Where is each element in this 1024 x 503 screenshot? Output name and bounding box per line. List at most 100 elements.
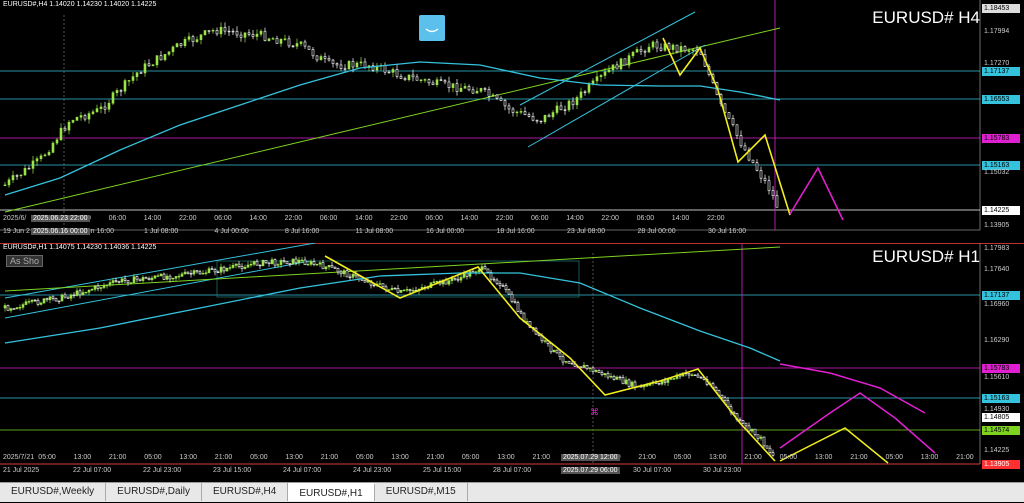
- h1-candle: [633, 381, 637, 388]
- h1-price-label: 1.16960: [984, 301, 1010, 308]
- h1-price-label: 1.17640: [984, 266, 1010, 273]
- h4-candle: [107, 102, 111, 110]
- h4-candle: [659, 47, 663, 51]
- h4-candle: [123, 80, 127, 92]
- h1-candle: [555, 349, 559, 354]
- h4-candle: [263, 30, 267, 41]
- h1-candle: [342, 270, 346, 275]
- h1-background: [0, 243, 1024, 481]
- h4-candle: [439, 79, 443, 81]
- h1-candle: [54, 298, 58, 302]
- h1-chart-canvas[interactable]: ⌘: [0, 243, 1024, 481]
- h1-candle: [270, 259, 274, 265]
- h1-candle: [768, 447, 772, 453]
- h4-candle: [559, 105, 563, 111]
- h4-candle: [331, 59, 335, 64]
- h1-candle: [492, 278, 496, 281]
- h1-candle: [96, 285, 100, 289]
- h1-time-label: 13:00: [179, 454, 198, 461]
- h1-time-label: 13:00: [285, 454, 303, 461]
- h1-candle: [132, 276, 136, 284]
- h4-date-label: 16 Jul 00:00: [426, 228, 465, 235]
- tab-eurusd-h4[interactable]: EURUSD#,H4: [202, 483, 289, 501]
- h4-candle: [83, 115, 87, 120]
- tab-eurusd-daily[interactable]: EURUSD#,Daily: [106, 483, 202, 501]
- h1-candle: [510, 293, 514, 302]
- h1-candle: [42, 298, 46, 304]
- h4-chart-canvas[interactable]: [0, 0, 1024, 240]
- h4-candle: [431, 82, 435, 85]
- h1-price-label: 1.15163: [982, 394, 1020, 403]
- h1-date-label: 28 Jul 07:00: [493, 467, 532, 474]
- h4-candle: [87, 113, 91, 120]
- h4-candle: [155, 55, 159, 66]
- h4-date-label: 11 Jul 08:00: [355, 228, 394, 235]
- h1-time-label: 05:00: [779, 454, 798, 461]
- h1-candle: [579, 366, 583, 368]
- h4-candle: [651, 41, 655, 48]
- h4-candle: [539, 120, 543, 123]
- h1-candle: [378, 283, 382, 285]
- h4-candle: [103, 106, 107, 110]
- h1-candle: [720, 394, 724, 398]
- h1-date-label: 23 Jul 15:00: [213, 467, 252, 474]
- h1-candle: [111, 280, 115, 283]
- h4-candle: [23, 168, 27, 176]
- h4-candle: [671, 44, 675, 50]
- h1-candle: [750, 428, 754, 432]
- h4-candle: [111, 92, 115, 104]
- h1-candle: [630, 381, 634, 387]
- h4-candle: [691, 49, 695, 52]
- h1-price-label: 1.14574: [982, 426, 1020, 435]
- h4-candle: [687, 50, 691, 52]
- h1-candle: [18, 307, 22, 309]
- tab-eurusd-h1[interactable]: EURUSD#,H1: [288, 483, 375, 501]
- h4-chart[interactable]: EURUSD#,H4 1.14020 1.14230 1.14020 1.142…: [0, 0, 1024, 240]
- tab-eurusd-weekly[interactable]: EURUSD#,Weekly: [0, 483, 107, 501]
- h1-candle: [303, 259, 307, 265]
- h1-candle: [594, 370, 598, 372]
- h4-candle: [191, 36, 195, 42]
- h4-time-label: 14:00: [249, 215, 267, 222]
- h4-candle: [187, 36, 191, 40]
- h1-candle: [402, 289, 406, 292]
- h4-candle: [679, 46, 683, 53]
- h1-candle: [90, 289, 94, 291]
- h1-candle: [756, 434, 760, 439]
- h4-candle: [499, 97, 503, 101]
- h4-candle: [19, 174, 23, 177]
- h1-candle: [435, 281, 439, 283]
- h1-time-label: 21:00: [956, 454, 974, 461]
- h4-candle: [323, 56, 327, 59]
- h1-candle: [561, 356, 565, 363]
- h1-candle: [507, 289, 511, 295]
- h4-candle: [215, 30, 219, 35]
- h4-candle: [463, 86, 467, 89]
- as-show-button[interactable]: As Sho: [6, 255, 44, 267]
- h1-candle: [24, 301, 28, 305]
- h4-candle: [299, 41, 303, 44]
- h4-candle: [359, 61, 363, 64]
- h4-candle: [631, 51, 635, 56]
- h1-candle: [396, 288, 400, 293]
- h4-candle: [199, 34, 203, 40]
- h1-chart[interactable]: ⌘ EURUSD#,H1 1.14075 1.14230 1.14036 1.1…: [0, 243, 1024, 481]
- h1-candle: [108, 282, 112, 286]
- h1-candle: [549, 343, 553, 353]
- h1-candle: [327, 265, 331, 268]
- h4-candle: [363, 61, 367, 68]
- h4-time-label: 2025/6/: [3, 215, 27, 222]
- h1-candle: [99, 287, 103, 289]
- h4-candle: [307, 45, 311, 50]
- h4-candle: [459, 87, 463, 92]
- h4-candle: [599, 75, 603, 77]
- h4-candle: [175, 43, 179, 48]
- h1-price-label: 1.15783: [982, 364, 1020, 373]
- h4-candle: [95, 108, 99, 113]
- h4-candle: [319, 56, 323, 61]
- h4-candle: [391, 69, 395, 73]
- h1-candle: [210, 268, 214, 270]
- tab-eurusd-m15[interactable]: EURUSD#,M15: [375, 483, 468, 501]
- h4-candle: [147, 63, 151, 67]
- h1-candle: [387, 289, 391, 291]
